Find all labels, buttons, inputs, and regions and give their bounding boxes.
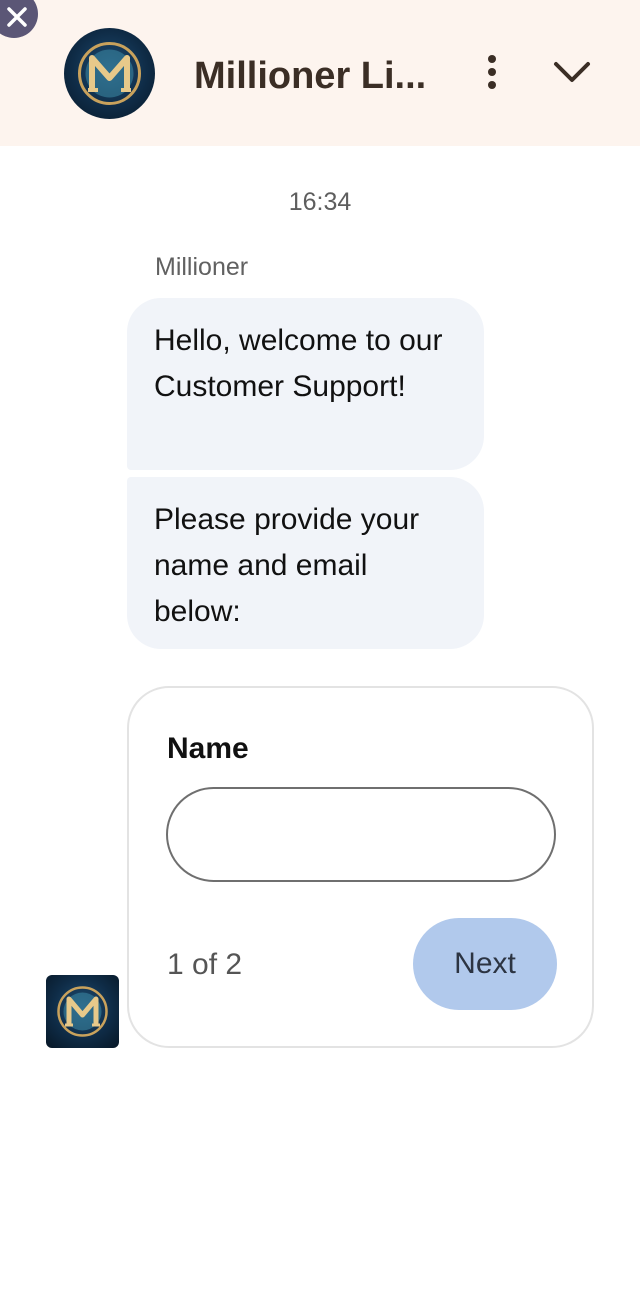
form-step-indicator: 1 of 2 <box>167 948 243 981</box>
message-bubble: Hello, welcome to our Customer Support! <box>127 298 484 470</box>
chat-widget: Millioner Li... 16:34 Millioner Hello, w… <box>0 0 640 1316</box>
sender-name: Millioner <box>155 253 249 281</box>
bot-avatar <box>46 975 119 1048</box>
name-input[interactable] <box>166 787 556 882</box>
contact-form-card: Name 1 of 2 Next <box>127 686 594 1048</box>
more-options-button[interactable] <box>474 50 510 94</box>
message-bubble: Please provide your name and email below… <box>127 477 484 649</box>
chat-title: Millioner Li... <box>194 55 427 97</box>
next-button[interactable]: Next <box>413 918 557 1010</box>
millioner-logo-icon <box>57 986 108 1037</box>
chevron-down-icon <box>554 62 590 82</box>
name-field-label: Name <box>167 732 249 765</box>
message-timestamp: 16:34 <box>288 188 352 216</box>
chat-header: Millioner Li... <box>0 0 640 146</box>
minimize-button[interactable] <box>548 52 596 92</box>
vertical-ellipsis-icon <box>488 55 496 89</box>
millioner-logo-icon <box>78 42 141 105</box>
brand-avatar <box>64 28 155 119</box>
close-icon <box>7 7 27 27</box>
